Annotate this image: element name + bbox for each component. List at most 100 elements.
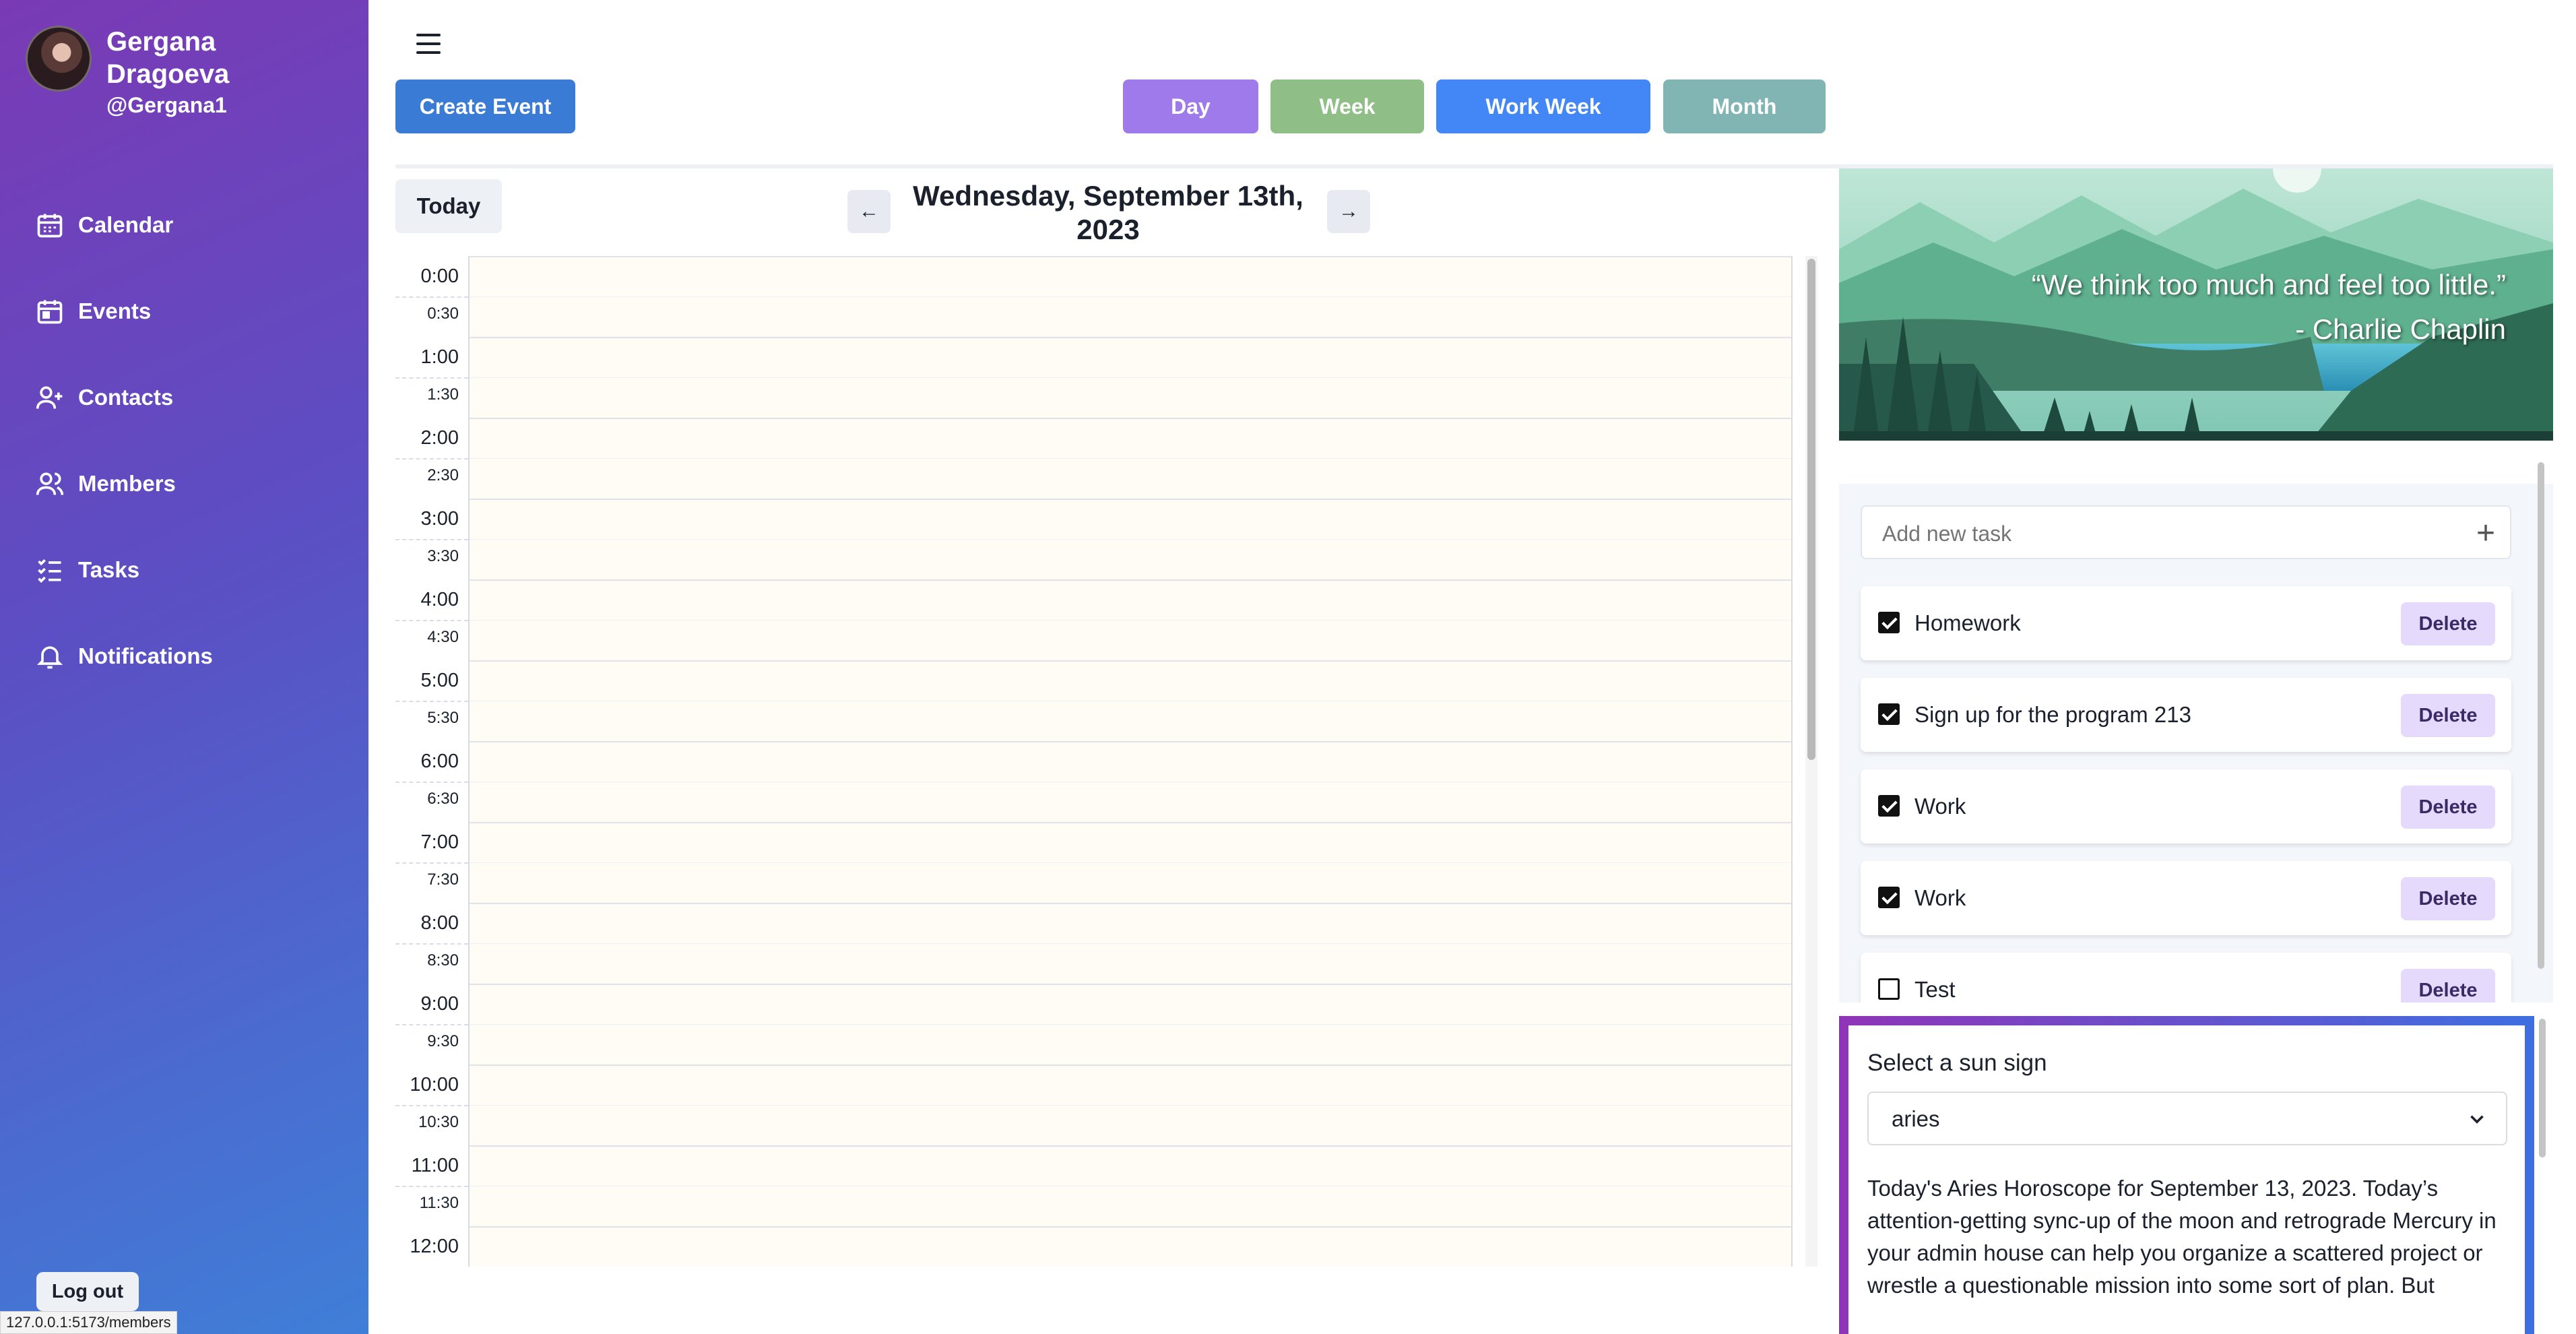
arrow-left-icon: ← (859, 200, 879, 222)
horoscope-scrollbar-thumb[interactable] (2539, 1019, 2546, 1157)
task-item: Work Delete (1861, 769, 2511, 844)
half-hour-label: 8:30 (427, 951, 459, 970)
task-item: Work Delete (1861, 861, 2511, 935)
sidebar-item-events[interactable]: Events (35, 268, 213, 354)
half-hour-label: 1:30 (427, 385, 459, 404)
view-week-button[interactable]: Week (1270, 80, 1424, 133)
task-label: Test (1914, 977, 1956, 1002)
tasks-scrollbar-thumb[interactable] (2538, 462, 2544, 969)
hour-label: 12:00 (410, 1236, 459, 1257)
hour-label: 4:00 (420, 589, 459, 610)
plus-icon[interactable]: + (2476, 517, 2495, 550)
calendar-event-icon (37, 300, 63, 324)
hour-label: 5:00 (420, 670, 459, 691)
hour-label: 2:00 (420, 427, 459, 449)
calendar-icon (37, 214, 63, 238)
add-task-input[interactable] (1882, 519, 2435, 548)
sidebar-item-label: Notifications (78, 643, 213, 668)
chevron-down-icon (2470, 1115, 2484, 1124)
menu-icon[interactable] (416, 34, 441, 54)
half-hour-label: 6:30 (427, 790, 459, 808)
status-bar-url: 127.0.0.1:5173/members (0, 1311, 177, 1334)
hour-label: 6:00 (420, 751, 459, 772)
sidebar-item-label: Calendar (78, 212, 174, 237)
sidebar-item-calendar[interactable]: Calendar (35, 182, 213, 268)
prev-day-button[interactable]: ← (847, 190, 891, 233)
sidebar-item-tasks[interactable]: Tasks (35, 527, 213, 613)
sun-sign-label: Select a sun sign (1867, 1050, 2047, 1076)
bell-icon (36, 646, 63, 669)
delete-task-button[interactable]: Delete (2401, 786, 2495, 829)
sun-sign-value: aries (1892, 1106, 1940, 1131)
avatar[interactable] (26, 26, 92, 92)
sidebar-item-members[interactable]: Members (35, 441, 213, 527)
task-label: Homework (1914, 610, 2021, 635)
sidebar: Gergana Dragoeva @Gergana1 Calendar Even… (0, 0, 368, 1334)
sidebar-nav: Calendar Events Contacts Members Tasks N… (35, 182, 213, 699)
task-item: Test Delete (1861, 953, 2511, 1003)
delete-task-button[interactable]: Delete (2401, 694, 2495, 737)
sidebar-item-notifications[interactable]: Notifications (35, 613, 213, 699)
hour-label: 7:00 (420, 831, 459, 853)
task-checkbox[interactable] (1878, 978, 1900, 1000)
date-title-line2: 2023 (1076, 214, 1140, 245)
half-hour-label: 10:30 (418, 1113, 459, 1131)
half-hour-label: 2:30 (427, 466, 459, 484)
view-month-button[interactable]: Month (1663, 80, 1826, 133)
calendar-scrollbar-thumb[interactable] (1807, 259, 1815, 760)
profile-name: Gergana Dragoeva (106, 27, 230, 89)
quote-author: - Charlie Chaplin (2295, 313, 2506, 345)
quote-text: “We think too much and feel too little.” (2031, 269, 2506, 300)
hour-label: 11:00 (411, 1155, 459, 1176)
task-checkbox[interactable] (1878, 703, 1900, 725)
sidebar-item-label: Contacts (78, 385, 174, 410)
view-day-button[interactable]: Day (1123, 80, 1258, 133)
task-checkbox[interactable] (1878, 612, 1900, 633)
add-task-field[interactable]: + (1861, 505, 2511, 559)
delete-task-button[interactable]: Delete (2401, 969, 2495, 1003)
sidebar-item-label: Tasks (78, 557, 140, 582)
task-label: Work (1914, 794, 1966, 819)
logout-button[interactable]: Log out (36, 1272, 139, 1311)
next-day-button[interactable]: → (1327, 190, 1370, 233)
task-checkbox[interactable] (1878, 887, 1900, 908)
half-hour-label: 11:30 (419, 1194, 459, 1212)
today-button[interactable]: Today (395, 179, 502, 233)
half-hour-label: 3:30 (427, 547, 459, 565)
arrow-right-icon: → (1339, 200, 1359, 222)
hour-label: 1:00 (420, 346, 459, 368)
task-item: Sign up for the program 213 Delete (1861, 678, 2511, 752)
horoscope-card: Select a sun sign aries Today's Aries Ho… (1839, 1016, 2534, 1334)
task-label: Sign up for the program 213 (1914, 702, 2191, 727)
delete-task-button[interactable]: Delete (2401, 877, 2495, 920)
half-hour-label: 5:30 (427, 709, 459, 727)
app-root: Gergana Dragoeva @Gergana1 Calendar Even… (0, 0, 2576, 1334)
hour-label: 10:00 (410, 1074, 459, 1095)
half-hour-label: 7:30 (427, 870, 459, 889)
create-event-button[interactable]: Create Event (395, 80, 575, 133)
half-hour-label: 4:30 (427, 628, 459, 646)
sidebar-item-label: Members (78, 471, 176, 496)
horoscope-text: Today's Aries Horoscope for September 13… (1867, 1176, 2497, 1298)
quote: “We think too much and feel too little.”… (2032, 263, 2506, 352)
hour-label: 9:00 (420, 993, 459, 1015)
hour-label: 8:00 (420, 912, 459, 934)
date-title: Wednesday, September 13th, 2023 (896, 179, 1320, 247)
task-label: Work (1914, 885, 1966, 910)
day-calendar-grid[interactable]: 0:00 0:30 1:00 1:30 2:00 2:30 3:00 3:30 … (395, 256, 1803, 1267)
day-column[interactable] (470, 256, 1793, 1267)
view-work-week-button[interactable]: Work Week (1436, 80, 1650, 133)
sidebar-item-label: Events (78, 298, 152, 323)
delete-task-button[interactable]: Delete (2401, 602, 2495, 645)
profile-handle: @Gergana1 (106, 93, 227, 117)
date-title-line1: Wednesday, September 13th, (913, 180, 1303, 212)
task-checkbox[interactable] (1878, 795, 1900, 817)
sidebar-item-contacts[interactable]: Contacts (35, 354, 213, 441)
time-gutter: 0:00 0:30 1:00 1:30 2:00 2:30 3:00 3:30 … (395, 256, 470, 1267)
task-item: Homework Delete (1861, 586, 2511, 660)
half-hour-label: 9:30 (427, 1032, 459, 1050)
sun-sign-select[interactable]: aries (1867, 1091, 2507, 1145)
half-hour-label: 0:30 (427, 305, 459, 323)
quote-banner: “We think too much and feel too little.”… (1839, 168, 2553, 441)
user-plus-icon (36, 386, 63, 409)
